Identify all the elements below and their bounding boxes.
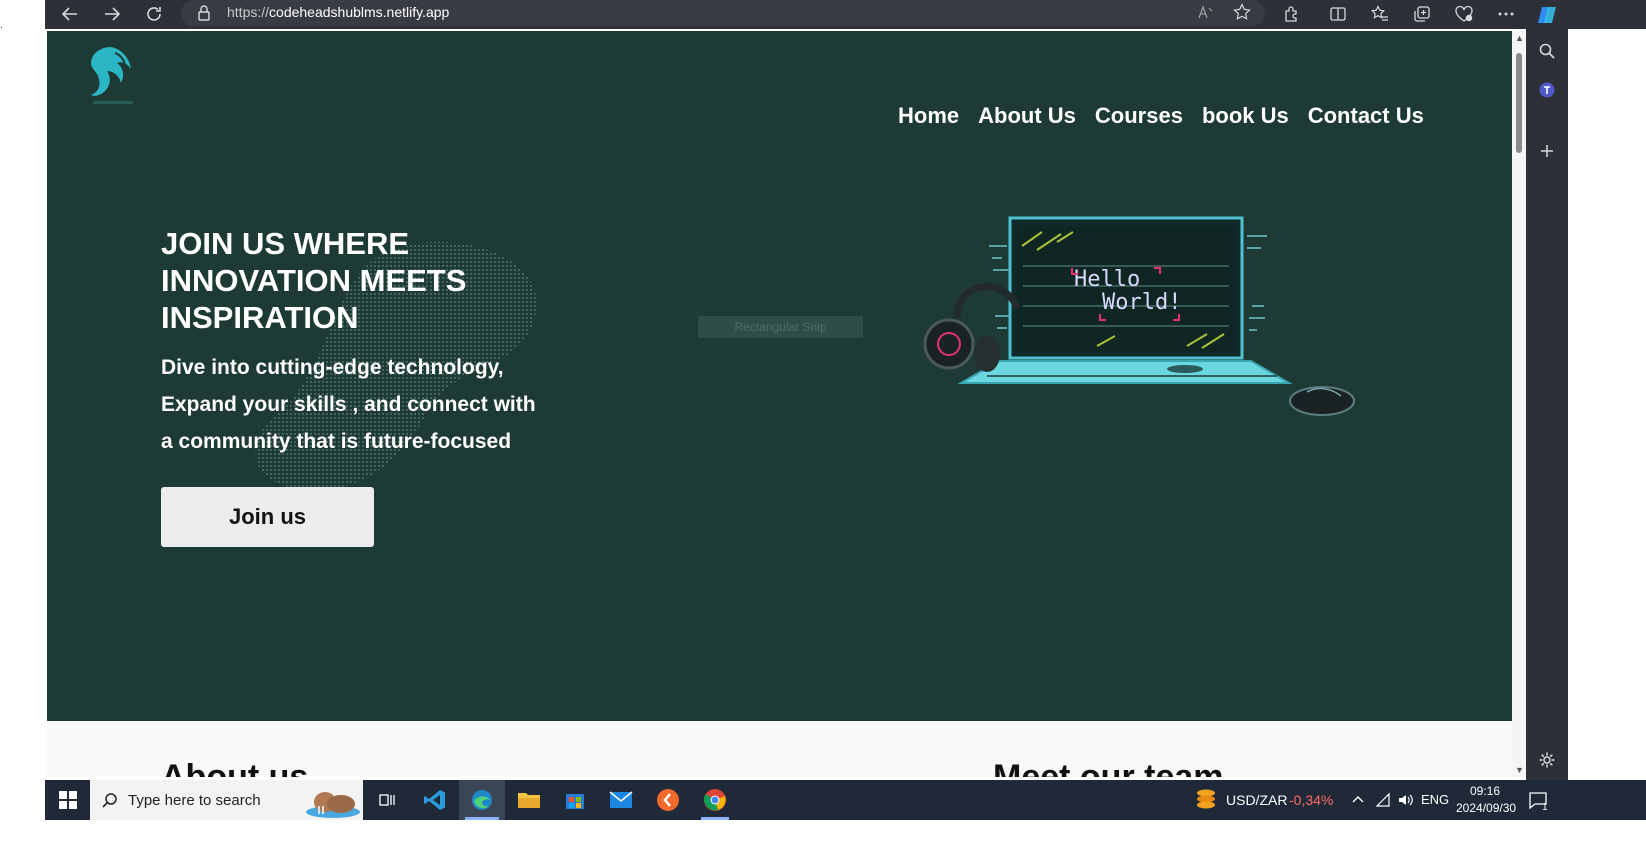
collections-button[interactable] — [1405, 0, 1439, 27]
desktop-dot: . — [0, 20, 3, 31]
arrow-left-icon — [61, 6, 77, 21]
taskbar-vscode[interactable] — [415, 780, 455, 820]
url-host: codeheadshublms.netlify.app — [269, 4, 450, 20]
search-placeholder: Type here to search — [128, 792, 261, 809]
nav-home[interactable]: Home — [898, 103, 959, 129]
extensions-button[interactable] — [1275, 0, 1309, 27]
favorite-star-icon[interactable] — [1233, 3, 1251, 21]
read-aloud-icon[interactable] — [1197, 4, 1215, 20]
vscode-icon — [424, 790, 445, 810]
hero-headline: JOIN US WHERE INNOVATION MEETS INSPIRATI… — [161, 226, 467, 335]
forward-button[interactable] — [95, 0, 129, 27]
taskbar-orange-app[interactable] — [648, 780, 688, 820]
scroll-down-arrow-icon[interactable]: ▼ — [1515, 765, 1524, 775]
search-icon — [1539, 43, 1555, 59]
hero-section: Home About Us Courses book Us Contact Us… — [47, 31, 1512, 721]
task-view-button[interactable] — [371, 780, 405, 820]
orange-app-icon — [657, 789, 679, 811]
gear-icon — [1539, 752, 1555, 768]
chrome-active-indicator — [701, 817, 729, 820]
meet-our-team-heading: Meet our team — [993, 758, 1224, 777]
taskbar-edge[interactable] — [459, 780, 505, 820]
codeheads-logo[interactable] — [81, 43, 143, 113]
url-prefix: https:// — [227, 4, 270, 20]
taskbar-mail[interactable] — [601, 780, 641, 820]
url-text: https://codeheadshublms.netlify.app — [227, 4, 449, 20]
windows-taskbar: Type here to search USD/ZAR -0,34% ENG 0… — [45, 780, 1646, 820]
ticker-change[interactable]: -0,34% — [1289, 792, 1333, 808]
plus-icon — [1541, 145, 1553, 157]
taskbar-store[interactable] — [555, 780, 595, 820]
heart-pulse-icon — [1455, 5, 1473, 22]
laptop-text-world: World! — [1102, 290, 1181, 315]
favorites-button[interactable] — [1363, 0, 1397, 27]
teams-icon — [1539, 82, 1555, 98]
refresh-icon — [147, 6, 161, 21]
collections-icon — [1414, 5, 1430, 22]
clock-date[interactable]: 2024/09/30 — [1456, 801, 1516, 815]
refresh-button[interactable] — [137, 0, 171, 27]
page-scrollbar[interactable]: ▲ ▼ — [1512, 31, 1526, 777]
split-screen-button[interactable] — [1321, 0, 1355, 27]
clock-time[interactable]: 09:16 — [1470, 784, 1500, 798]
store-icon — [566, 794, 584, 809]
browser-toolbar: https://codeheadshublms.netlify.app — [45, 0, 1646, 29]
start-button[interactable] — [45, 780, 90, 820]
rectangular-snip-overlay: Rectangular Snip — [698, 316, 863, 338]
scrollbar-thumb[interactable] — [1516, 53, 1522, 153]
nav-about-us[interactable]: About Us — [978, 103, 1076, 129]
sidebar-search-button[interactable] — [1532, 36, 1562, 66]
sidebar-settings-button[interactable] — [1532, 745, 1562, 775]
browser-window: https://codeheadshublms.netlify.app Home… — [45, 0, 1646, 816]
nav-book-us[interactable]: book Us — [1202, 103, 1289, 129]
language-indicator[interactable]: ENG — [1421, 792, 1449, 807]
favorites-list-icon — [1371, 4, 1388, 21]
copilot-icon — [1538, 7, 1556, 23]
performance-button[interactable] — [1447, 0, 1481, 27]
network-icon[interactable] — [1375, 792, 1391, 808]
address-bar[interactable]: https://codeheadshublms.netlify.app — [181, 0, 1265, 26]
page-viewport: Home About Us Courses book Us Contact Us… — [47, 31, 1512, 777]
ellipsis-icon — [1498, 12, 1514, 15]
walrus-search-highlight-icon — [306, 792, 360, 818]
nav-courses[interactable]: Courses — [1095, 103, 1183, 129]
chevron-up-icon[interactable] — [1352, 794, 1364, 804]
volume-icon[interactable] — [1397, 792, 1415, 808]
ticker-symbol[interactable]: USD/ZAR — [1226, 792, 1287, 808]
laptop-text-hello: Hello — [1074, 267, 1140, 292]
puzzle-icon — [1285, 5, 1297, 22]
split-screen-icon — [1330, 6, 1346, 21]
back-button[interactable] — [53, 0, 87, 27]
mail-icon — [609, 791, 633, 808]
task-view-icon — [379, 794, 395, 806]
sidebar-teams-button[interactable] — [1532, 75, 1562, 105]
stock-ticker-icon — [1197, 789, 1215, 809]
more-button[interactable] — [1489, 0, 1523, 27]
scroll-up-arrow-icon[interactable]: ▲ — [1515, 33, 1524, 43]
notification-count: 1 — [1542, 802, 1548, 813]
arrow-right-icon — [105, 6, 121, 21]
main-nav: Home About Us Courses book Us Contact Us — [898, 103, 1443, 129]
taskbar-file-explorer[interactable] — [509, 780, 549, 820]
taskbar-chrome[interactable] — [695, 780, 735, 820]
chrome-icon — [704, 789, 726, 811]
edge-icon — [472, 790, 492, 810]
edge-active-indicator — [465, 817, 499, 820]
folder-icon — [518, 793, 540, 808]
about-us-heading: About us — [161, 758, 309, 777]
copilot-button[interactable] — [1532, 0, 1562, 30]
join-us-button[interactable]: Join us — [161, 487, 374, 547]
nav-contact-us[interactable]: Contact Us — [1308, 103, 1424, 129]
windows-logo-icon — [58, 791, 77, 809]
search-icon — [102, 793, 117, 808]
taskbar-search-box[interactable]: Type here to search — [90, 780, 363, 820]
hero-subtext: Dive into cutting-edge technology, Expan… — [161, 356, 536, 453]
hello-world-laptop-illustration: Hello World! — [923, 216, 1355, 416]
lock-icon — [198, 5, 210, 21]
edge-sidebar — [1526, 0, 1568, 780]
sidebar-add-button[interactable] — [1532, 136, 1562, 166]
